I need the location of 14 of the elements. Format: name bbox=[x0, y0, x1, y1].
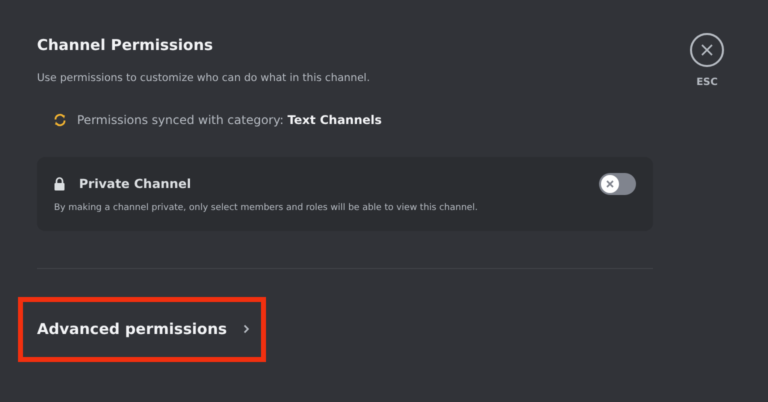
sync-icon bbox=[53, 113, 67, 127]
page-subtitle: Use permissions to customize who can do what in this channel. bbox=[37, 71, 371, 85]
private-channel-description: By making a channel private, only select members and roles will be able to view this channel. bbox=[54, 202, 479, 215]
advanced-permissions-link[interactable]: Advanced permissions bbox=[37, 317, 250, 341]
esc-label: ESC bbox=[696, 76, 718, 90]
close-icon bbox=[701, 44, 713, 56]
sync-notice: Permissions synced with category: Text Channels bbox=[77, 112, 382, 129]
lock-icon bbox=[54, 177, 65, 191]
toggle-state-icon bbox=[606, 180, 614, 188]
close-button[interactable] bbox=[690, 33, 724, 67]
chevron-right-icon bbox=[242, 324, 250, 334]
page-title: Channel Permissions bbox=[37, 35, 214, 56]
private-channel-toggle[interactable] bbox=[599, 173, 636, 195]
private-channel-title: Private Channel bbox=[79, 174, 192, 193]
